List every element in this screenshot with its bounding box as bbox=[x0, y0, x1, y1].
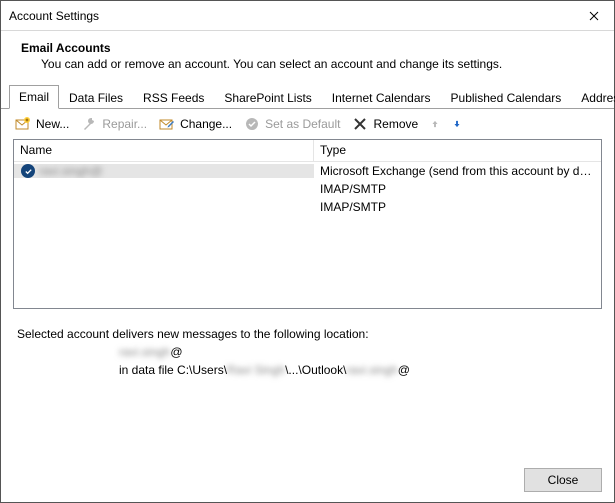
tab-email[interactable]: Email bbox=[9, 85, 59, 109]
accounts-list: Name Type ravi.singh@ Microsoft Exchange… bbox=[13, 139, 602, 309]
delivery-path-line: in data file C:\Users\Ravi Singh\...\Out… bbox=[17, 359, 598, 377]
account-row[interactable]: IMAP/SMTP bbox=[14, 180, 601, 198]
check-circle-icon bbox=[244, 116, 260, 132]
account-type-cell: IMAP/SMTP bbox=[314, 200, 601, 214]
tab-rss-feeds[interactable]: RSS Feeds bbox=[133, 86, 214, 109]
move-down-button[interactable] bbox=[448, 115, 466, 133]
delivery-info: Selected account delivers new messages t… bbox=[1, 309, 614, 377]
tab-address-books[interactable]: Address Books bbox=[571, 86, 615, 109]
close-button[interactable]: Close bbox=[524, 468, 602, 492]
delivery-account-line: ravi.singh@ bbox=[17, 341, 598, 359]
toolbar: New... Repair... Change... Set as Defaul… bbox=[1, 109, 614, 139]
accounts-list-header: Name Type bbox=[14, 140, 601, 162]
repair-label: Repair... bbox=[102, 117, 147, 131]
tab-internet-calendars[interactable]: Internet Calendars bbox=[322, 86, 441, 109]
header-title: Email Accounts bbox=[21, 41, 594, 55]
x-icon bbox=[352, 116, 368, 132]
new-button[interactable]: New... bbox=[11, 114, 73, 134]
window-close-button[interactable] bbox=[574, 1, 614, 31]
tab-published-calendars[interactable]: Published Calendars bbox=[441, 86, 572, 109]
account-row[interactable]: IMAP/SMTP bbox=[14, 198, 601, 216]
window-title: Account Settings bbox=[9, 9, 574, 23]
dialog-footer: Close bbox=[1, 458, 614, 502]
tab-data-files[interactable]: Data Files bbox=[59, 86, 133, 109]
tabstrip: Email Data Files RSS Feeds SharePoint Li… bbox=[1, 85, 614, 109]
account-row[interactable]: ravi.singh@ Microsoft Exchange (send fro… bbox=[14, 162, 601, 180]
delivery-caption: Selected account delivers new messages t… bbox=[17, 327, 598, 341]
mail-new-icon bbox=[15, 116, 31, 132]
close-icon bbox=[589, 11, 599, 21]
arrow-up-icon bbox=[430, 116, 440, 132]
titlebar: Account Settings bbox=[1, 1, 614, 31]
remove-button[interactable]: Remove bbox=[348, 114, 422, 134]
account-settings-dialog: Account Settings Email Accounts You can … bbox=[0, 0, 615, 503]
tab-sharepoint-lists[interactable]: SharePoint Lists bbox=[214, 86, 321, 109]
set-default-label: Set as Default bbox=[265, 117, 340, 131]
arrow-down-icon bbox=[452, 116, 462, 132]
header: Email Accounts You can add or remove an … bbox=[1, 31, 614, 85]
default-account-icon bbox=[21, 164, 35, 178]
wrench-icon bbox=[81, 116, 97, 132]
change-button[interactable]: Change... bbox=[155, 114, 236, 134]
move-up-button bbox=[426, 115, 444, 133]
mail-change-icon bbox=[159, 116, 175, 132]
set-default-button: Set as Default bbox=[240, 114, 344, 134]
account-type-cell: IMAP/SMTP bbox=[314, 182, 601, 196]
account-type-cell: Microsoft Exchange (send from this accou… bbox=[314, 164, 601, 178]
remove-label: Remove bbox=[373, 117, 418, 131]
repair-button: Repair... bbox=[77, 114, 151, 134]
header-subtitle: You can add or remove an account. You ca… bbox=[41, 57, 594, 71]
new-label: New... bbox=[36, 117, 69, 131]
account-name-cell: ravi.singh@ bbox=[14, 164, 314, 178]
change-label: Change... bbox=[180, 117, 232, 131]
column-header-name[interactable]: Name bbox=[14, 140, 314, 161]
column-header-type[interactable]: Type bbox=[314, 140, 601, 161]
accounts-list-body: ravi.singh@ Microsoft Exchange (send fro… bbox=[14, 162, 601, 308]
